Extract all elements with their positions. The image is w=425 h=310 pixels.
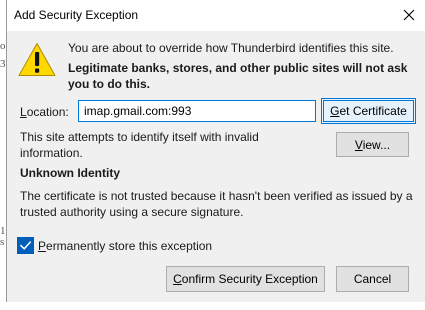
permanent-store-checkbox[interactable] [17,237,34,254]
view-certificate-button[interactable]: View... [336,132,409,157]
checkmark-icon [19,241,32,250]
close-button[interactable] [396,2,422,28]
security-exception-dialog: Add Security Exception You are about to … [6,0,425,302]
close-icon [403,9,415,21]
confirm-security-exception-button[interactable]: Confirm Security Exception [166,266,325,292]
dialog-title: Add Security Exception [14,8,139,22]
title-bar: Add Security Exception [7,0,425,31]
legitimate-sites-warning: Legitimate banks, stores, and other publ… [68,61,408,91]
unknown-identity-heading: Unknown Identity [20,166,120,180]
permanent-store-label[interactable]: Permanently store this exception [38,239,212,253]
warning-triangle-icon [18,43,56,76]
invalid-identity-text: This site attempts to identify itself wi… [20,130,259,160]
override-warning-text: You are about to override how Thunderbir… [68,41,394,55]
location-label: Location: [20,105,69,119]
unknown-identity-description: The certificate is not trusted because i… [20,189,413,219]
get-certificate-button[interactable]: Get Certificate [321,98,416,124]
cancel-button[interactable]: Cancel [336,266,409,292]
location-input[interactable] [78,100,316,122]
